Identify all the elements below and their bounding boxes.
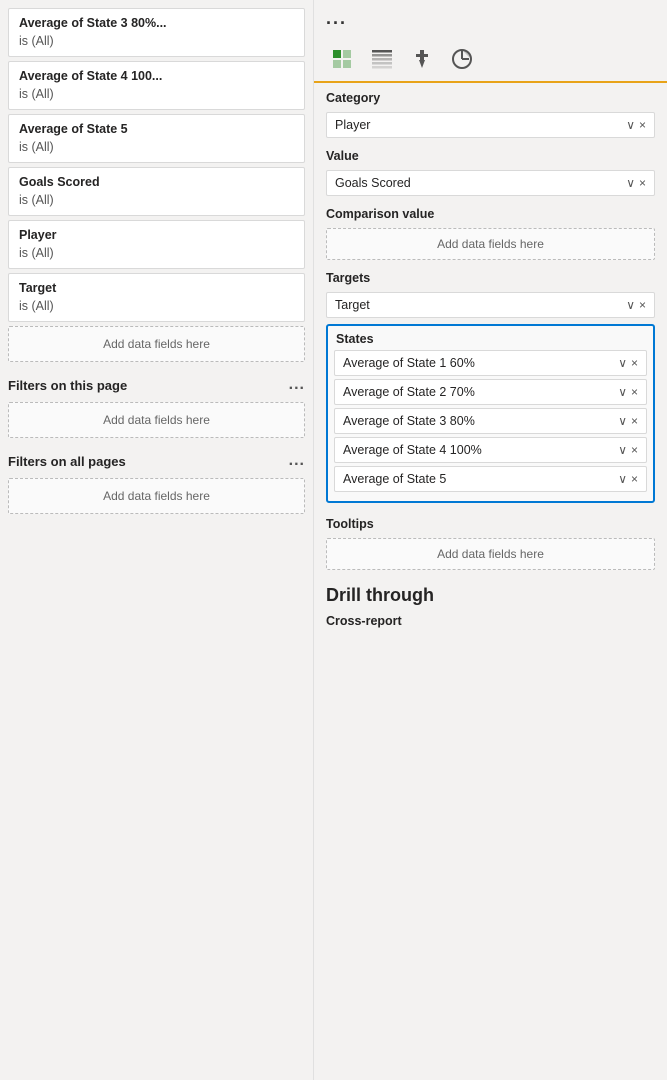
state-field-icons-2: ∨ × bbox=[618, 414, 638, 428]
targets-field-text: Target bbox=[335, 298, 626, 312]
state-field-row-0[interactable]: Average of State 1 60% ∨ × bbox=[334, 350, 647, 376]
category-label: Category bbox=[314, 83, 667, 109]
value-field-row[interactable]: Goals Scored ∨ × bbox=[326, 170, 655, 196]
state-close-icon-1[interactable]: × bbox=[631, 385, 638, 399]
filter-item[interactable]: Player is (All) bbox=[8, 220, 305, 269]
comparison-label: Comparison value bbox=[314, 199, 667, 225]
filter-value: is (All) bbox=[19, 86, 294, 104]
state-field-row-4[interactable]: Average of State 5 ∨ × bbox=[334, 466, 647, 492]
category-field-text: Player bbox=[335, 118, 626, 132]
left-panel: Average of State 3 80%... is (All) Avera… bbox=[0, 0, 314, 1080]
state-field-text-1: Average of State 2 70% bbox=[343, 385, 618, 399]
comparison-add-fields[interactable]: Add data fields here bbox=[326, 228, 655, 260]
filter-value: is (All) bbox=[19, 192, 294, 210]
filter-value: is (All) bbox=[19, 33, 294, 51]
states-section: States Average of State 1 60% ∨ × Averag… bbox=[326, 324, 655, 503]
targets-chevron-icon[interactable]: ∨ bbox=[626, 298, 635, 312]
state-field-text-3: Average of State 4 100% bbox=[343, 443, 618, 457]
add-fields-this-page[interactable]: Add data fields here bbox=[8, 402, 305, 438]
filter-value: is (All) bbox=[19, 298, 294, 316]
filters-on-this-page-header: Filters on this page ... bbox=[0, 366, 313, 398]
state-field-text-2: Average of State 3 80% bbox=[343, 414, 618, 428]
filters-on-this-page-label: Filters on this page bbox=[8, 378, 127, 393]
filters-on-all-pages-label: Filters on all pages bbox=[8, 454, 126, 469]
category-field-icons: ∨ × bbox=[626, 118, 646, 132]
add-fields-visual[interactable]: Add data fields here bbox=[8, 326, 305, 362]
state-field-icons-0: ∨ × bbox=[618, 356, 638, 370]
tooltips-label: Tooltips bbox=[314, 509, 667, 535]
tooltips-add-fields[interactable]: Add data fields here bbox=[326, 538, 655, 570]
category-field-row[interactable]: Player ∨ × bbox=[326, 112, 655, 138]
value-label: Value bbox=[314, 141, 667, 167]
category-chevron-icon[interactable]: ∨ bbox=[626, 118, 635, 132]
filters-all-pages-menu[interactable]: ... bbox=[289, 452, 305, 470]
state-close-icon-3[interactable]: × bbox=[631, 443, 638, 457]
drill-through-label: Drill through bbox=[314, 573, 667, 610]
filter-item[interactable]: Average of State 4 100... is (All) bbox=[8, 61, 305, 110]
filter-name: Average of State 4 100... bbox=[19, 68, 294, 86]
filter-item[interactable]: Average of State 3 80%... is (All) bbox=[8, 8, 305, 57]
state-chevron-icon-1[interactable]: ∨ bbox=[618, 385, 627, 399]
targets-field-icons: ∨ × bbox=[626, 298, 646, 312]
visualization-icon[interactable] bbox=[326, 43, 358, 75]
state-chevron-icon-4[interactable]: ∨ bbox=[618, 472, 627, 486]
value-chevron-icon[interactable]: ∨ bbox=[626, 176, 635, 190]
filter-name: Average of State 5 bbox=[19, 121, 294, 139]
state-chevron-icon-2[interactable]: ∨ bbox=[618, 414, 627, 428]
state-field-row-3[interactable]: Average of State 4 100% ∨ × bbox=[334, 437, 647, 463]
filter-item[interactable]: Average of State 5 is (All) bbox=[8, 114, 305, 163]
format-icon[interactable] bbox=[406, 43, 438, 75]
state-close-icon-0[interactable]: × bbox=[631, 356, 638, 370]
targets-field-row[interactable]: Target ∨ × bbox=[326, 292, 655, 318]
cross-report-label: Cross-report bbox=[314, 610, 667, 636]
value-field-text: Goals Scored bbox=[335, 176, 626, 190]
filter-name: Goals Scored bbox=[19, 174, 294, 192]
state-field-icons-1: ∨ × bbox=[618, 385, 638, 399]
filters-this-page-menu[interactable]: ... bbox=[289, 376, 305, 394]
state-field-icons-4: ∨ × bbox=[618, 472, 638, 486]
filter-value: is (All) bbox=[19, 245, 294, 263]
filter-value: is (All) bbox=[19, 139, 294, 157]
add-fields-all-pages[interactable]: Add data fields here bbox=[8, 478, 305, 514]
state-field-text-4: Average of State 5 bbox=[343, 472, 618, 486]
analytics-icon[interactable] bbox=[446, 43, 478, 75]
fields-icon[interactable] bbox=[366, 43, 398, 75]
right-top-ellipsis: ... bbox=[326, 8, 347, 29]
state-close-icon-4[interactable]: × bbox=[631, 472, 638, 486]
state-chevron-icon-0[interactable]: ∨ bbox=[618, 356, 627, 370]
category-close-icon[interactable]: × bbox=[639, 118, 646, 132]
filters-on-all-pages-header: Filters on all pages ... bbox=[0, 442, 313, 474]
filter-item[interactable]: Target is (All) bbox=[8, 273, 305, 322]
state-field-text-0: Average of State 1 60% bbox=[343, 356, 618, 370]
value-close-icon[interactable]: × bbox=[639, 176, 646, 190]
right-toolbar bbox=[314, 39, 667, 83]
value-field-icons: ∨ × bbox=[626, 176, 646, 190]
states-label: States bbox=[334, 332, 647, 346]
filter-name: Player bbox=[19, 227, 294, 245]
filter-name: Average of State 3 80%... bbox=[19, 15, 294, 33]
targets-label: Targets bbox=[314, 263, 667, 289]
state-field-row-1[interactable]: Average of State 2 70% ∨ × bbox=[334, 379, 647, 405]
state-close-icon-2[interactable]: × bbox=[631, 414, 638, 428]
state-field-icons-3: ∨ × bbox=[618, 443, 638, 457]
filter-name: Target bbox=[19, 280, 294, 298]
state-field-row-2[interactable]: Average of State 3 80% ∨ × bbox=[334, 408, 647, 434]
state-chevron-icon-3[interactable]: ∨ bbox=[618, 443, 627, 457]
right-panel: ... bbox=[314, 0, 667, 1080]
targets-close-icon[interactable]: × bbox=[639, 298, 646, 312]
right-top-bar: ... bbox=[314, 0, 667, 39]
filter-item[interactable]: Goals Scored is (All) bbox=[8, 167, 305, 216]
